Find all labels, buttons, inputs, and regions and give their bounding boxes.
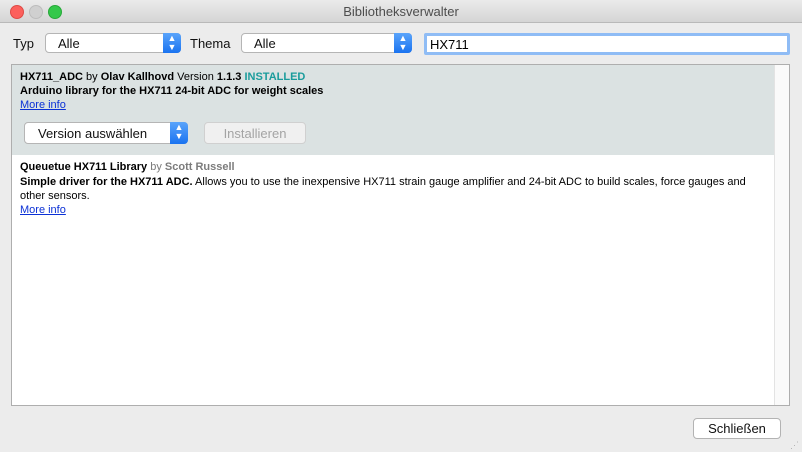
close-button[interactable]: Schließen: [693, 418, 781, 439]
library-header: HX711_ADC by Olav Kallhovd Version 1.1.3…: [20, 71, 305, 83]
version-label: Version: [177, 71, 214, 83]
topic-label: Thema: [190, 36, 231, 51]
list-item[interactable]: HX711_ADC by Olav Kallhovd Version 1.1.3…: [12, 65, 774, 155]
title-bar: Bibliotheksverwalter: [0, 0, 802, 23]
chevron-updown-icon: ▲ ▼: [163, 33, 181, 53]
library-name: Queuetue HX711 Library: [20, 161, 148, 173]
window-title: Bibliotheksverwalter: [343, 4, 459, 19]
library-manager-window: Bibliotheksverwalter Typ Alle ▲ ▼ Thema A…: [0, 0, 802, 452]
chevron-updown-icon: ▲ ▼: [170, 122, 188, 144]
chevron-updown-icon: ▲ ▼: [394, 33, 412, 53]
library-author: Scott Russell: [164, 161, 235, 173]
library-author: Olav Kallhovd: [100, 71, 175, 83]
version-select-value: Version auswählen: [38, 126, 148, 141]
topic-select[interactable]: Alle ▲ ▼: [241, 33, 412, 53]
type-select-value: Alle: [58, 36, 80, 51]
library-header: Queuetue HX711 Library by Scott Russell: [20, 161, 235, 173]
more-info-link[interactable]: More info: [20, 99, 66, 111]
library-description: Simple driver for the HX711 ADC. Allows …: [20, 175, 760, 203]
scrollbar[interactable]: [774, 65, 789, 405]
type-label: Typ: [13, 36, 34, 51]
list-item[interactable]: Queuetue HX711 Library by Scott Russell …: [12, 155, 774, 225]
install-button[interactable]: Installieren: [204, 122, 306, 144]
library-version: 1.1.3: [216, 71, 242, 83]
library-description: Arduino library for the HX711 24-bit ADC…: [20, 85, 324, 97]
type-select[interactable]: Alle ▲ ▼: [45, 33, 181, 53]
search-input[interactable]: HX711: [424, 33, 790, 55]
installed-badge: INSTALLED: [244, 71, 306, 83]
more-info-link[interactable]: More info: [20, 204, 66, 216]
library-by: by: [150, 161, 162, 173]
library-by: by: [86, 71, 98, 83]
topic-select-value: Alle: [254, 36, 276, 51]
library-name: HX711_ADC: [20, 71, 83, 83]
library-list: HX711_ADC by Olav Kallhovd Version 1.1.3…: [11, 64, 790, 406]
description-bold: Simple driver for the HX711 ADC.: [20, 176, 193, 188]
filter-bar: Typ Alle ▲ ▼ Thema Alle ▲ ▼ HX711: [0, 33, 802, 55]
resize-grip-icon[interactable]: ⋰: [790, 440, 800, 450]
version-select[interactable]: Version auswählen ▲ ▼: [24, 122, 188, 144]
